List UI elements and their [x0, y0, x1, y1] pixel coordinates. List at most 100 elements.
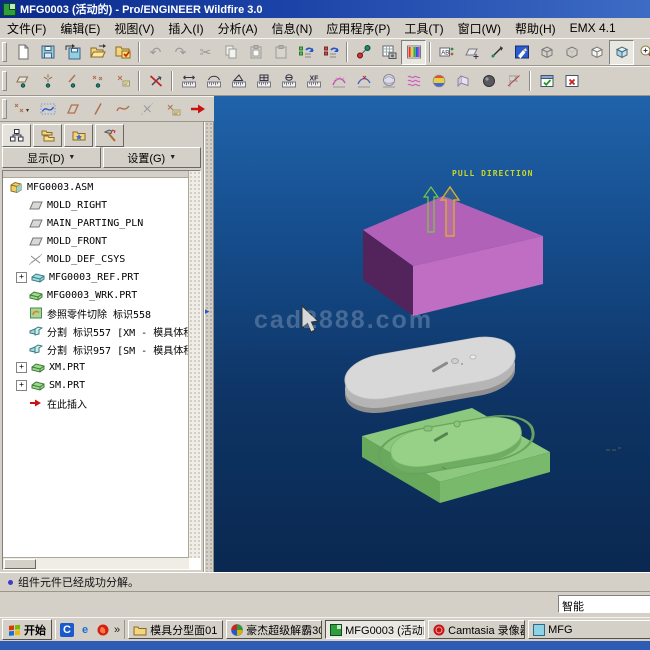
annotation-button[interactable]: AB — [434, 40, 459, 65]
save-copy-button[interactable] — [60, 40, 85, 65]
navigator-sash[interactable]: ▸ — [204, 122, 214, 572]
tree-item-assembly[interactable]: MFG0003.ASM — [3, 178, 200, 196]
tree-item-insert-here[interactable]: 在此插入 — [3, 394, 200, 412]
task-button-proe[interactable]: MFG0003 (活动的)... — [325, 620, 425, 639]
tree-item-sm-part[interactable]: + SM.PRT — [3, 376, 200, 394]
tab-connections[interactable] — [95, 124, 124, 147]
menu-emx[interactable]: EMX 4.1 — [563, 19, 623, 37]
spin-center-toggle[interactable] — [143, 69, 168, 94]
dihedral-analysis-button[interactable] — [351, 69, 376, 94]
tree-item-ref-part[interactable]: + MFG0003_REF.PRT — [3, 268, 200, 286]
flag-analysis-button[interactable] — [501, 69, 526, 94]
draft-analysis-button[interactable] — [451, 69, 476, 94]
plane-create-button[interactable] — [60, 97, 85, 122]
tree-vertical-scrollbar[interactable] — [188, 171, 200, 558]
sash-collapse-icon[interactable]: ▸ — [205, 306, 210, 317]
task-button-camtasia[interactable]: Camtasia 录像器 ... — [428, 620, 525, 639]
no-hidden-button[interactable] — [584, 40, 609, 65]
repaint-button[interactable] — [509, 40, 534, 65]
measure-transform-button[interactable]: XF — [301, 69, 326, 94]
csys-create-button[interactable] — [135, 97, 160, 122]
paste-special-button[interactable] — [268, 40, 293, 65]
datum-plane-tool-button[interactable] — [459, 40, 484, 65]
plane-display-toggle[interactable] — [10, 69, 35, 94]
tree-item-xm-part[interactable]: + XM.PRT — [3, 358, 200, 376]
confirm-window-button[interactable] — [534, 69, 559, 94]
menu-view[interactable]: 视图(V) — [107, 18, 161, 39]
menu-help[interactable]: 帮助(H) — [508, 18, 563, 39]
point-display-toggle[interactable] — [85, 69, 110, 94]
expand-toggle[interactable]: + — [16, 362, 27, 373]
paste-button[interactable] — [243, 40, 268, 65]
copy-button[interactable] — [218, 40, 243, 65]
line-create-button[interactable] — [85, 97, 110, 122]
internet-explorer-icon[interactable]: e — [78, 623, 92, 637]
hidden-line-button[interactable] — [559, 40, 584, 65]
show-dropdown-button[interactable]: 显示(D)▼ — [2, 147, 101, 168]
menu-info[interactable]: 信息(N) — [265, 18, 320, 39]
tab-folder-browser[interactable] — [33, 124, 62, 147]
tree-item-datum-plane[interactable]: MAIN_PARTING_PLN — [3, 214, 200, 232]
menu-file[interactable]: 文件(F) — [0, 18, 53, 39]
menu-window[interactable]: 窗口(W) — [451, 18, 508, 39]
measure-area-button[interactable] — [251, 69, 276, 94]
graphics-viewport[interactable]: PULL DIRECTION cad2888.com — [214, 96, 650, 572]
datum-point-tool-button[interactable] — [351, 40, 376, 65]
menu-analysis[interactable]: 分析(A) — [211, 18, 265, 39]
tree-item-split-sm[interactable]: 分割 标识957 [SM - 模具体积块] — [3, 340, 200, 358]
flashget-icon[interactable] — [96, 623, 110, 637]
selection-filter-combo[interactable]: 智能 — [558, 595, 650, 613]
save-button[interactable] — [35, 40, 60, 65]
tree-item-csys[interactable]: MOLD_DEF_CSYS — [3, 250, 200, 268]
zoom-in-button[interactable] — [634, 40, 650, 65]
wireframe-button[interactable] — [534, 40, 559, 65]
task-button-player[interactable]: 豪杰超级解霸3000 — [226, 620, 322, 639]
tree-item-split-xm[interactable]: 分割 标识557 [XM - 模具体积块] — [3, 322, 200, 340]
spline-create-button[interactable] — [35, 97, 60, 122]
new-button[interactable] — [10, 40, 35, 65]
thickness-analysis-button[interactable] — [476, 69, 501, 94]
cut-button[interactable]: ✂ — [193, 40, 218, 65]
reflection-analysis-button[interactable] — [426, 69, 451, 94]
tree-item-datum-plane[interactable]: MOLD_FRONT — [3, 232, 200, 250]
measure-length-button[interactable] — [201, 69, 226, 94]
offset-analysis-button[interactable] — [401, 69, 426, 94]
task-button-mfg[interactable]: MFG — [528, 620, 650, 639]
line-display-toggle[interactable] — [60, 69, 85, 94]
tree-item-work-part[interactable]: MFG0003_WRK.PRT — [3, 286, 200, 304]
redo-button[interactable]: ↷ — [168, 40, 193, 65]
menu-applications[interactable]: 应用程序(P) — [319, 18, 397, 39]
csys-display-toggle[interactable] — [110, 69, 135, 94]
expand-toggle[interactable]: + — [16, 272, 27, 283]
core-insert[interactable] — [341, 331, 518, 418]
settings-dropdown-button[interactable]: 设置(G)▼ — [103, 147, 202, 168]
quick-launch-c-icon[interactable]: C — [60, 623, 74, 637]
toolbar-grip[interactable] — [2, 99, 7, 119]
shaded-button[interactable] — [609, 40, 634, 65]
point-create-button[interactable]: ▾ — [10, 97, 35, 122]
undo-button[interactable]: ↶ — [143, 40, 168, 65]
workpiece-block[interactable] — [362, 408, 550, 503]
start-button[interactable]: 开始 — [2, 619, 52, 640]
coord-offset-button[interactable] — [160, 97, 185, 122]
tree-horizontal-scrollbar[interactable] — [3, 557, 189, 569]
tab-favorites[interactable] — [64, 124, 93, 147]
open-verify-button[interactable] — [110, 40, 135, 65]
regenerate-button[interactable] — [293, 40, 318, 65]
datum-axis-tool-button[interactable] — [484, 40, 509, 65]
appearance-button[interactable] — [401, 40, 426, 65]
tab-model-tree[interactable] — [2, 124, 31, 147]
task-button-folder[interactable]: 模具分型面01 — [128, 620, 223, 639]
toolbar-grip[interactable] — [2, 71, 7, 91]
model-table-button[interactable] — [376, 40, 401, 65]
open-button[interactable] — [85, 40, 110, 65]
menu-tools[interactable]: 工具(T) — [397, 18, 450, 39]
measure-angle-button[interactable] — [226, 69, 251, 94]
close-window-button[interactable] — [559, 69, 584, 94]
toolbar-grip[interactable] — [2, 42, 7, 62]
measure-diameter-button[interactable] — [276, 69, 301, 94]
insert-here-button[interactable] — [185, 97, 210, 122]
curvature-analysis-button[interactable] — [326, 69, 351, 94]
measure-distance-button[interactable] — [176, 69, 201, 94]
curve-create-button[interactable] — [110, 97, 135, 122]
